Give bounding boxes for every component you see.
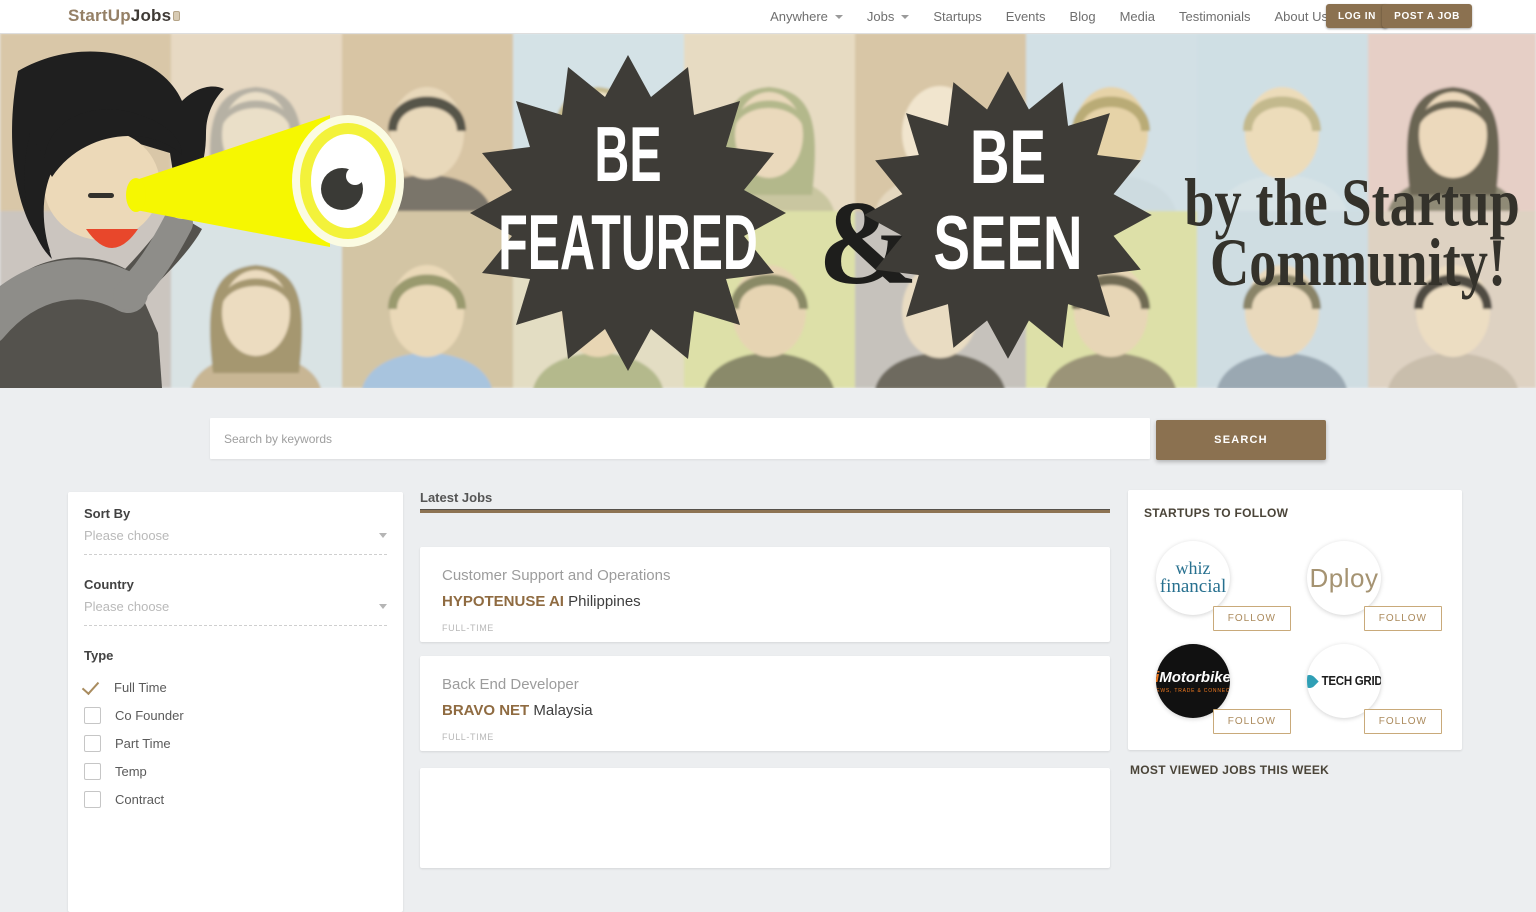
startup-cell-imotorbike: iMotorbike NEWS, TRADE & CONNECT FOLLOW <box>1144 644 1295 747</box>
nav-item-about-us[interactable]: About Us <box>1275 9 1328 24</box>
checkbox-temp[interactable]: Temp <box>84 757 387 785</box>
type-checkbox-list: Full Time Co Founder Part Time Temp Cont… <box>84 673 387 813</box>
job-employment-type: FULL-TIME <box>442 623 1088 633</box>
checkbox-icon <box>84 707 101 724</box>
startup-cell-tech-grid: TECH GRID FOLLOW <box>1295 644 1446 747</box>
job-employment-type: FULL-TIME <box>442 732 1088 742</box>
sort-by-select[interactable]: Please choose <box>84 528 387 555</box>
country-filter: Country Please choose <box>84 577 387 626</box>
checkbox-full-time[interactable]: Full Time <box>84 673 387 701</box>
dploy-logo[interactable]: Dploy <box>1307 541 1381 615</box>
top-bar: StartUpJobs Anywhere Jobs Startups Event… <box>0 0 1536 34</box>
job-location: Philippines <box>568 593 641 610</box>
chevron-down-icon <box>835 15 843 19</box>
checkbox-icon <box>84 791 101 808</box>
checkbox-part-time[interactable]: Part Time <box>84 729 387 757</box>
startups-to-follow-panel: STARTUPS TO FOLLOW whiz financial FOLLOW… <box>1128 490 1462 750</box>
startups-to-follow-heading: STARTUPS TO FOLLOW <box>1144 506 1446 520</box>
nav-item-startups[interactable]: Startups <box>933 9 981 24</box>
be-seen-line1: BE <box>970 115 1046 200</box>
job-card[interactable]: Back End Developer BRAVO NET Malaysia FU… <box>420 656 1110 751</box>
latest-jobs-heading: Latest Jobs <box>420 490 1110 505</box>
checkbox-contract[interactable]: Contract <box>84 785 387 813</box>
logo-text-primary: StartUp <box>68 6 131 25</box>
be-featured-line1: BE <box>594 110 661 198</box>
sort-by-filter: Sort By Please choose <box>84 506 387 555</box>
tech-grid-logo[interactable]: TECH GRID <box>1307 644 1381 718</box>
chevron-down-icon <box>379 533 387 538</box>
startup-cell-whiz-financial: whiz financial FOLLOW <box>1144 541 1295 644</box>
type-label: Type <box>84 648 387 663</box>
job-title: Back End Developer <box>442 676 1088 693</box>
checkbox-co-founder[interactable]: Co Founder <box>84 701 387 729</box>
hero-tagline: by the Startup Community! <box>1184 165 1519 300</box>
job-card[interactable]: Customer Support and Operations HYPOTENU… <box>420 547 1110 642</box>
filters-panel: Sort By Please choose Country Please cho… <box>68 492 403 912</box>
job-title: Customer Support and Operations <box>442 567 1088 584</box>
nav-item-media[interactable]: Media <box>1120 9 1155 24</box>
nav-item-jobs[interactable]: Jobs <box>867 9 909 24</box>
country-label: Country <box>84 577 387 592</box>
logo[interactable]: StartUpJobs <box>68 6 180 26</box>
country-value: Please choose <box>84 599 169 614</box>
startups-grid: whiz financial FOLLOW Dploy FOLLOW iMoto… <box>1144 541 1446 751</box>
search-button[interactable]: SEARCH <box>1156 420 1326 460</box>
follow-button[interactable]: FOLLOW <box>1213 606 1291 631</box>
follow-button[interactable]: FOLLOW <box>1364 709 1442 734</box>
country-select[interactable]: Please choose <box>84 599 387 626</box>
sort-by-label: Sort By <box>84 506 387 521</box>
main-nav: Anywhere Jobs Startups Events Blog Media… <box>770 0 1328 33</box>
chevron-down-icon <box>901 15 909 19</box>
log-in-button[interactable]: LOG IN <box>1326 4 1388 28</box>
job-location: Malaysia <box>533 702 592 719</box>
post-a-job-button[interactable]: POST A JOB <box>1382 4 1472 28</box>
whiz-financial-logo[interactable]: whiz financial <box>1156 541 1230 615</box>
job-card[interactable] <box>420 768 1110 868</box>
logo-badge <box>173 11 180 21</box>
search-input[interactable] <box>210 418 1150 459</box>
chevron-down-icon <box>379 604 387 609</box>
most-viewed-heading: MOST VIEWED JOBS THIS WEEK <box>1130 763 1329 777</box>
be-seen-badge: BE SEEN <box>864 71 1152 359</box>
sort-by-value: Please choose <box>84 528 169 543</box>
job-company: HYPOTENUSE AI <box>442 593 564 610</box>
hero-illustration: BE FEATURED & BE SEEN by the Startup Com… <box>0 33 1536 388</box>
heading-rule <box>420 510 1110 513</box>
logo-text-secondary: Jobs <box>131 6 171 25</box>
nav-item-events[interactable]: Events <box>1006 9 1046 24</box>
checkbox-icon <box>84 763 101 780</box>
latest-jobs-section: Latest Jobs Customer Support and Operati… <box>420 490 1110 868</box>
check-icon <box>82 677 99 695</box>
nav-item-testimonials[interactable]: Testimonials <box>1179 9 1251 24</box>
follow-button[interactable]: FOLLOW <box>1213 709 1291 734</box>
nav-item-blog[interactable]: Blog <box>1070 9 1096 24</box>
be-featured-badge: BE FEATURED <box>470 55 786 371</box>
hero-banner: BE FEATURED & BE SEEN by the Startup Com… <box>0 33 1536 388</box>
nav-item-anywhere[interactable]: Anywhere <box>770 9 843 24</box>
tech-grid-logo-icon <box>1307 672 1319 690</box>
checkbox-icon <box>84 735 101 752</box>
be-featured-line2: FEATURED <box>498 198 758 286</box>
follow-button[interactable]: FOLLOW <box>1364 606 1442 631</box>
startup-cell-dploy: Dploy FOLLOW <box>1295 541 1446 644</box>
tagline-line2: Community! <box>1210 225 1506 300</box>
job-company: BRAVO NET <box>442 702 529 719</box>
imotorbike-logo[interactable]: iMotorbike NEWS, TRADE & CONNECT <box>1156 644 1230 718</box>
be-seen-line2: SEEN <box>933 201 1082 286</box>
